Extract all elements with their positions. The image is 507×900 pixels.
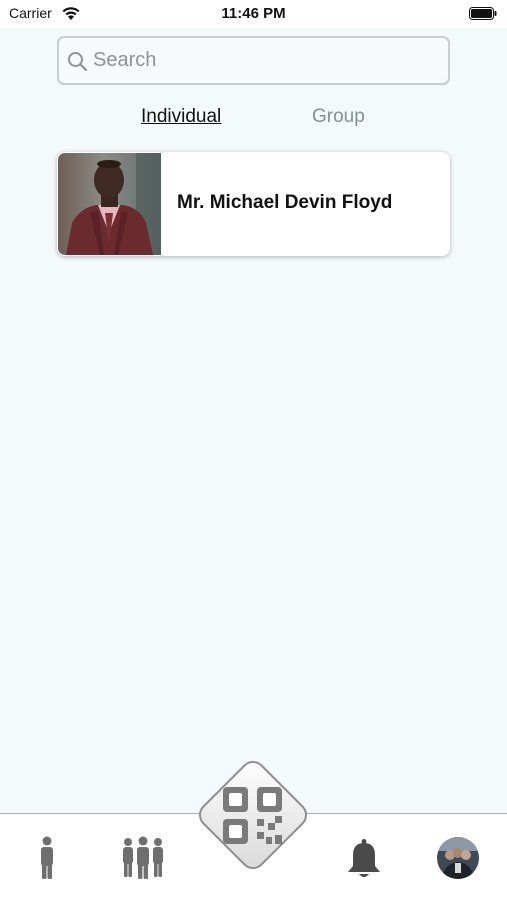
search-input[interactable] — [93, 38, 443, 83]
group-icon[interactable] — [120, 836, 166, 880]
tab-individual[interactable]: Individual — [141, 106, 221, 128]
status-bar: Carrier 11:46 PM — [0, 0, 507, 28]
qr-code-icon — [198, 760, 308, 870]
search-box[interactable] — [57, 36, 450, 85]
contact-photo — [58, 153, 161, 255]
bell-icon[interactable] — [345, 838, 383, 880]
battery-icon — [469, 7, 497, 20]
status-time: 11:46 PM — [221, 5, 286, 22]
search-icon — [68, 52, 88, 72]
profile-avatar[interactable] — [437, 837, 479, 879]
contact-card[interactable]: Mr. Michael Devin Floyd — [57, 152, 450, 256]
tab-group[interactable]: Group — [312, 106, 365, 128]
qr-scan-button[interactable] — [190, 752, 316, 878]
contact-name: Mr. Michael Devin Floyd — [177, 192, 393, 213]
person-icon[interactable] — [36, 836, 58, 880]
